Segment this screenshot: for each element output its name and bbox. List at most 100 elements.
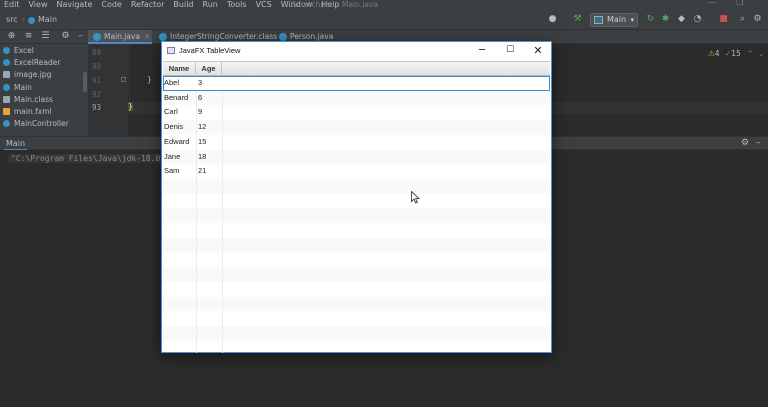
editor-gutter: 89 90 91 92 93 — [88, 44, 128, 136]
table-row-selected[interactable] — [163, 76, 550, 91]
gear-icon[interactable]: ⚙ — [60, 31, 71, 42]
user-icon[interactable]: ● — [547, 14, 558, 25]
class-icon — [279, 33, 287, 41]
cell-name: Denis — [164, 122, 184, 132]
column-divider — [196, 76, 197, 353]
person-table[interactable]: Name Age Abel 3 Benard 6 Carl 9 Denis 12… — [163, 61, 550, 353]
column-divider — [222, 76, 223, 353]
project-scrollbar[interactable] — [83, 72, 87, 92]
menu-navigate[interactable]: Navigate — [52, 0, 97, 10]
breadcrumb-main[interactable]: Main — [38, 15, 57, 24]
tab-main-java[interactable]: Main.java × — [88, 30, 152, 44]
line-number-current: 93 — [92, 103, 102, 112]
line-number: 92 — [92, 90, 102, 99]
profile-icon[interactable]: ◔ — [692, 14, 703, 25]
project-file-item[interactable]: image.jpg — [0, 69, 88, 81]
class-icon — [3, 58, 10, 66]
cell-name: Edward — [164, 136, 190, 146]
close-icon[interactable]: × — [144, 32, 150, 41]
build-hammer-icon[interactable]: ⚒ — [572, 14, 583, 25]
rerun-icon[interactable]: ↻ — [645, 14, 656, 25]
breadcrumb-separator-icon: › — [22, 15, 26, 24]
collapse-all-icon[interactable]: ☰ — [40, 31, 51, 42]
window-icon — [167, 47, 175, 54]
warning-count: 4 — [714, 49, 720, 58]
debug-icon[interactable]: ✱ — [660, 14, 671, 25]
fxml-file-icon — [3, 108, 10, 116]
menu-vcs[interactable]: VCS — [252, 0, 277, 10]
locate-icon[interactable]: ⊕ — [6, 31, 17, 42]
line-number: 89 — [92, 48, 102, 57]
ok-count: 15 — [731, 49, 741, 58]
cell-name: Sam — [164, 166, 180, 176]
menu-build[interactable]: Build — [169, 0, 198, 10]
run-config-label: Main — [607, 15, 627, 24]
hide-panel-icon[interactable]: – — [756, 138, 761, 148]
column-header-name[interactable]: Name — [163, 62, 196, 76]
coverage-icon[interactable]: ◆ — [676, 14, 687, 25]
minimize-icon[interactable]: ─ — [468, 43, 496, 58]
cell-name: Benard — [164, 92, 189, 102]
project-file-item[interactable]: ExcelReader — [0, 56, 88, 68]
line-number: 91 — [92, 76, 102, 85]
file-label: MainController — [14, 119, 69, 129]
line-number: 90 — [92, 62, 102, 71]
cell-age: 15 — [198, 136, 207, 146]
javafx-title-bar[interactable]: JavaFX TableView ─ ☐ ✕ — [162, 42, 551, 60]
stop-icon[interactable]: ■ — [718, 14, 729, 25]
project-file-item[interactable]: Excel — [0, 44, 88, 56]
run-config-selector[interactable]: Main ▾ — [590, 13, 638, 27]
cell-age: 21 — [198, 166, 207, 176]
minimize-icon[interactable]: — — [708, 0, 716, 7]
file-label: Excel — [14, 45, 34, 55]
javafx-window: JavaFX TableView ─ ☐ ✕ Name Age Abel 3 B… — [161, 41, 552, 353]
close-icon[interactable]: ✕ — [524, 43, 552, 58]
run-tab-main[interactable]: Main — [3, 139, 28, 151]
menu-code[interactable]: Code — [97, 0, 126, 10]
project-file-item[interactable]: Main.class — [0, 93, 88, 105]
chevron-down-icon[interactable]: ⌄ — [758, 49, 764, 58]
cell-age: 9 — [198, 107, 203, 117]
warning-icon: ⚠ — [708, 49, 715, 58]
chevron-up-icon[interactable]: ⌃ — [747, 49, 753, 58]
indent-guide — [129, 45, 130, 100]
expand-all-icon[interactable]: ≡ — [23, 31, 34, 42]
cell-name: Carl — [164, 107, 178, 117]
console-command: "C:\Program Files\Java\jdk-18.0 — [9, 154, 163, 163]
application-icon — [594, 16, 603, 24]
ide-window-title: Scratchpad - Main.java — [292, 0, 378, 9]
gear-icon[interactable]: ⚙ — [741, 138, 749, 148]
navigation-bar: src › Main ● ⚒ Main ▾ ↻ ✱ ◆ ◔ ■ ⌕ ⚙ — [0, 10, 768, 30]
settings-icon[interactable]: ⚙ — [752, 14, 763, 25]
column-header-age[interactable]: Age — [196, 62, 222, 76]
project-tree: Excel ExcelReader image.jpg Main Main.cl… — [0, 44, 88, 136]
maximize-icon[interactable]: ☐ — [496, 43, 524, 58]
project-toolbar: ⊕ ≡ ☰ ⚙ – — [0, 30, 88, 44]
menu-refactor[interactable]: Refactor — [127, 0, 170, 10]
class-file-icon — [3, 95, 10, 103]
search-icon[interactable]: ⌕ — [737, 14, 748, 25]
menu-edit[interactable]: Edit — [0, 0, 25, 10]
file-label: main.fxml — [14, 107, 52, 117]
chevron-down-icon: ▾ — [630, 16, 634, 24]
menu-run[interactable]: Run — [199, 0, 223, 10]
class-icon — [28, 17, 35, 24]
class-icon — [3, 46, 10, 54]
tab-label: IntegerStringConverter.class — [170, 32, 278, 41]
cell-name: Jane — [164, 151, 181, 161]
hide-panel-icon[interactable]: – — [75, 31, 86, 42]
project-file-item[interactable]: Main — [0, 81, 88, 93]
table-body: Abel 3 Benard 6 Carl 9 Denis 12 Edward 1… — [163, 76, 550, 353]
inspection-widget[interactable]: ⚠4 ✓15 ⌃ ⌄ — [708, 49, 764, 58]
project-file-item[interactable]: MainController — [0, 118, 88, 130]
cell-age: 6 — [198, 92, 203, 102]
menu-view[interactable]: View — [25, 0, 53, 10]
fold-icon[interactable] — [121, 77, 126, 82]
project-file-item[interactable]: main.fxml — [0, 105, 88, 117]
breadcrumb-src[interactable]: src — [6, 15, 18, 24]
class-icon — [93, 33, 101, 41]
restore-icon[interactable]: ❐ — [736, 0, 743, 7]
menu-tools[interactable]: Tools — [223, 0, 252, 10]
file-label: image.jpg — [14, 70, 52, 80]
class-icon — [159, 33, 167, 41]
